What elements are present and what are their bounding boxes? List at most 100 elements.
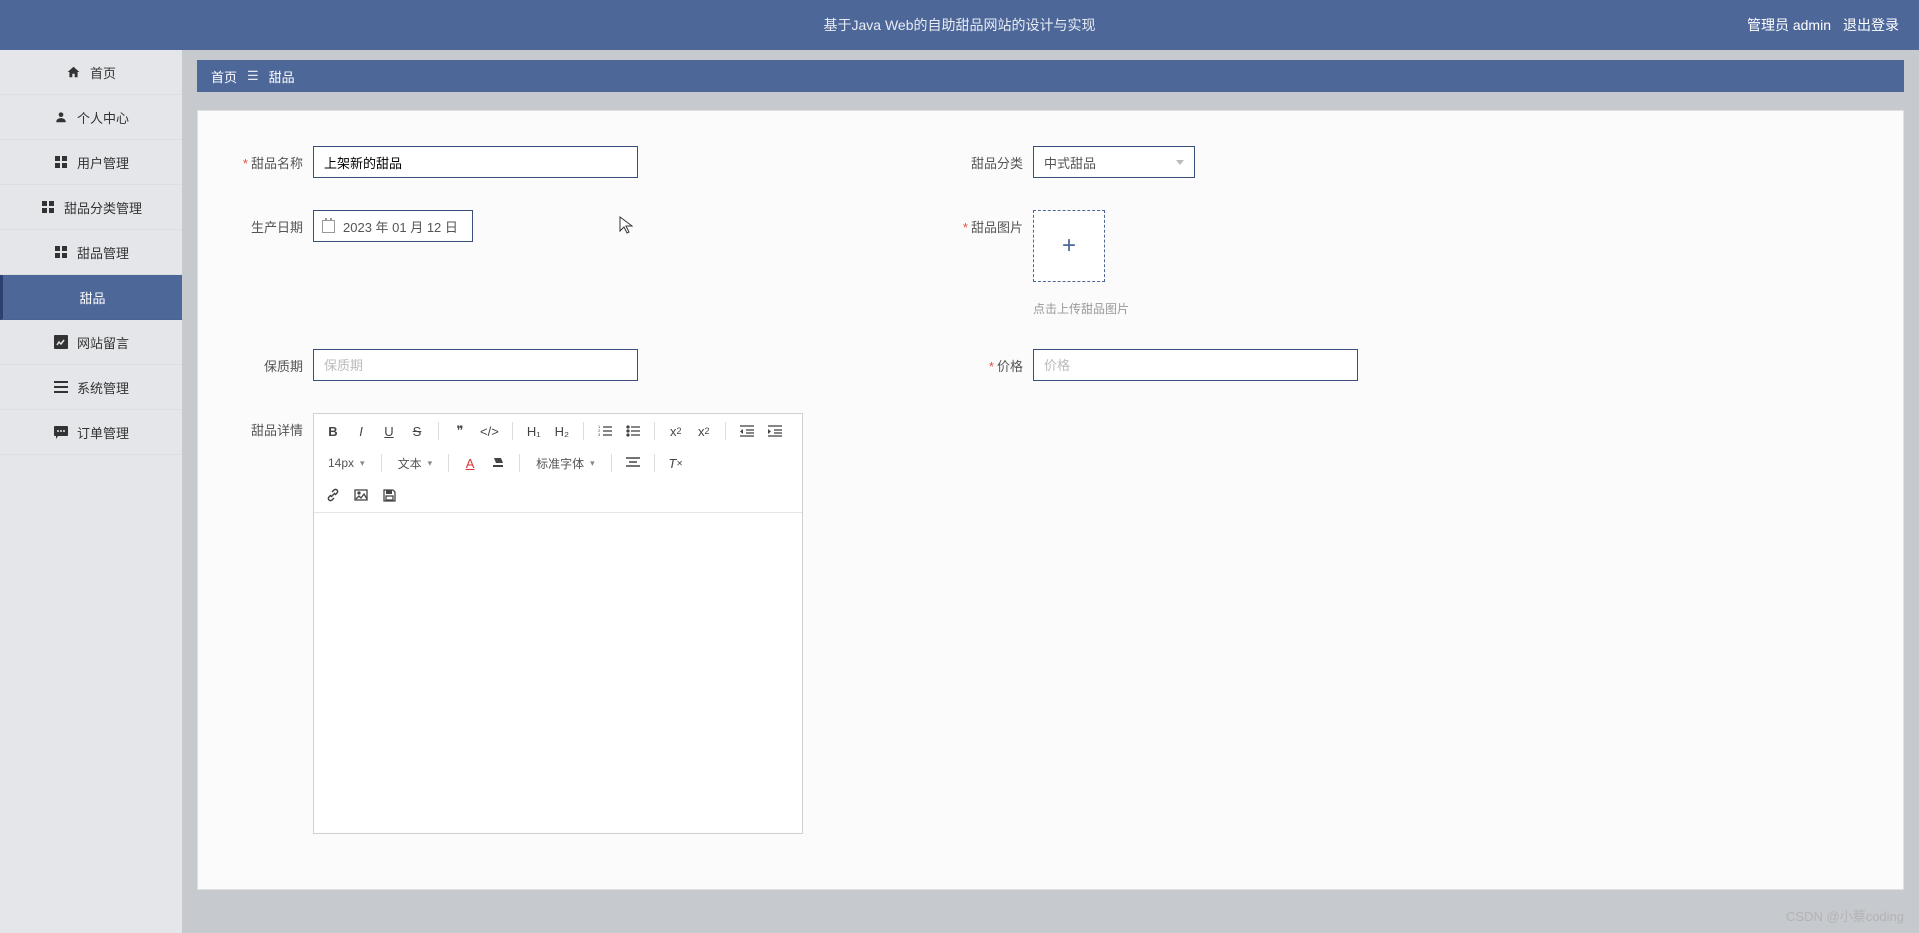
toolbar-separator [438,422,439,440]
image-button[interactable] [350,484,372,506]
field-name: *甜品名称 [223,146,843,178]
indent-button[interactable] [764,420,786,442]
category-select[interactable]: 中式甜品 [1033,146,1195,178]
toolbar-separator [654,454,655,472]
underline-button[interactable]: U [378,420,400,442]
editor-toolbar: B I U S ❞ </> H₁ H₂ 123 [314,414,802,513]
outdent-button[interactable] [736,420,758,442]
align-button[interactable] [622,452,644,474]
field-image: *甜品图片 + 点击上传甜品图片 [943,210,1503,317]
sidebar-item-system[interactable]: 系统管理 [0,365,182,410]
sidebar-item-label: 个人中心 [77,108,129,127]
date-input[interactable]: 2023 年 01 月 12 日 [313,210,473,242]
field-date: 生产日期 2023 年 01 月 12 日 [223,210,843,317]
bold-button[interactable]: B [322,420,344,442]
chevron-down-icon [1176,160,1184,165]
sidebar-item-dessert[interactable]: 甜品 [0,275,182,320]
user-role-label[interactable]: 管理员 admin [1747,15,1831,35]
topbar-right: 管理员 admin 退出登录 [1747,15,1899,35]
fontsize-dropdown[interactable]: 14px ▾ [322,452,371,474]
field-shelf: 保质期 [223,349,843,381]
bgcolor-button[interactable] [487,452,509,474]
toolbar-separator [611,454,612,472]
field-label: 甜品分类 [943,146,1033,172]
field-label: *价格 [943,349,1033,375]
sidebar-item-label: 甜品 [79,288,105,307]
strike-button[interactable]: S [406,420,428,442]
toolbar-separator [381,454,382,472]
toolbar-separator [519,454,520,472]
menu-icon [53,379,69,395]
sidebar-item-users[interactable]: 用户管理 [0,140,182,185]
sidebar-item-profile[interactable]: 个人中心 [0,95,182,140]
h2-button[interactable]: H₂ [551,420,573,442]
main-content: 首页 ☰ 甜品 *甜品名称 甜品分类 中式甜品 [182,50,1919,933]
sidebar-item-label: 首页 [90,63,116,82]
chat-icon [53,424,69,440]
plus-icon: + [1062,232,1076,260]
toolbar-separator [448,454,449,472]
field-label: 甜品详情 [223,413,313,439]
upload-hint: 点击上传甜品图片 [1033,300,1129,317]
upload-button[interactable]: + [1033,210,1105,282]
select-value: 中式甜品 [1044,153,1096,172]
superscript-button[interactable]: x2 [693,420,715,442]
toolbar-separator [654,422,655,440]
sidebar-item-category[interactable]: 甜品分类管理 [0,185,182,230]
toolbar-separator [725,422,726,440]
home-icon [66,64,82,80]
chevron-down-icon: ▾ [590,458,595,469]
subscript-button[interactable]: x2 [665,420,687,442]
field-detail: 甜品详情 B I U S ❞ </> H₁ H₂ [223,413,803,834]
breadcrumb-current: 甜品 [269,67,295,86]
link-button[interactable] [322,484,344,506]
toolbar-separator [583,422,584,440]
date-value: 2023 年 01 月 12 日 [343,217,458,236]
sidebar-item-label: 网站留言 [77,333,129,352]
fontcolor-button[interactable]: A [459,452,481,474]
breadcrumb-home[interactable]: 首页 [211,67,237,86]
richtext-editor: B I U S ❞ </> H₁ H₂ 123 [313,413,803,834]
h1-button[interactable]: H₁ [523,420,545,442]
sidebar-item-label: 用户管理 [77,153,129,172]
topbar: 基于Java Web的自助甜品网站的设计与实现 管理员 admin 退出登录 [0,0,1919,50]
breadcrumb-separator: ☰ [247,68,259,84]
name-input[interactable] [313,146,638,178]
ul-button[interactable] [622,420,644,442]
svg-text:3: 3 [598,432,601,437]
field-label: 保质期 [223,349,313,375]
breadcrumb: 首页 ☰ 甜品 [197,60,1904,92]
sidebar-item-orders[interactable]: 订单管理 [0,410,182,455]
sidebar-item-label: 订单管理 [77,423,129,442]
grid-icon [53,154,69,170]
person-icon [53,109,69,125]
quote-button[interactable]: ❞ [449,420,471,442]
save-button[interactable] [378,484,400,506]
fontfamily-dropdown[interactable]: 标准字体 ▾ [530,452,601,474]
field-category: 甜品分类 中式甜品 [943,146,1503,178]
sidebar-item-messages[interactable]: 网站留言 [0,320,182,365]
shelf-input[interactable] [313,349,638,381]
sidebar-item-label: 系统管理 [77,378,129,397]
sidebar-item-home[interactable]: 首页 [0,50,182,95]
form-panel: *甜品名称 甜品分类 中式甜品 生产日期 2023 年 01 月 12 [197,110,1904,890]
texttype-dropdown[interactable]: 文本 ▾ [392,452,439,474]
sidebar-item-label: 甜品分类管理 [64,198,142,217]
toolbar-separator [512,422,513,440]
field-label: *甜品图片 [943,210,1033,236]
sidebar-item-dessert-mgmt[interactable]: 甜品管理 [0,230,182,275]
code-button[interactable]: </> [477,420,502,442]
clear-format-button[interactable]: T✕ [665,452,687,474]
ol-button[interactable]: 123 [594,420,616,442]
logout-link[interactable]: 退出登录 [1843,15,1899,35]
field-label: 生产日期 [223,210,313,236]
field-label: *甜品名称 [223,146,313,172]
grid-icon [40,199,56,215]
price-input[interactable] [1033,349,1358,381]
sidebar-item-label: 甜品管理 [77,243,129,262]
italic-button[interactable]: I [350,420,372,442]
calendar-icon [322,220,335,233]
chevron-down-icon: ▾ [428,458,433,469]
app-title: 基于Java Web的自助甜品网站的设计与实现 [824,15,1096,35]
editor-body[interactable] [314,513,802,833]
